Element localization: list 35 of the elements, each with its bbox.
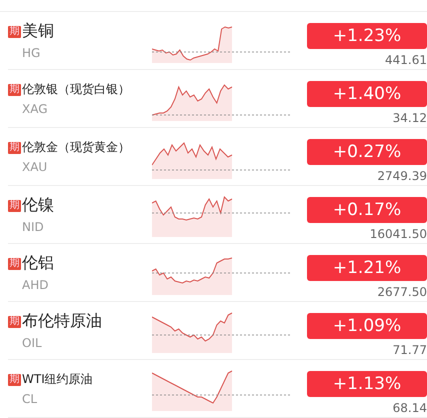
price-text: 2677.50	[377, 284, 427, 298]
futures-badge: 期	[8, 316, 21, 328]
price-text: 16041.50	[370, 226, 427, 240]
instrument-code: XAU	[21, 160, 48, 174]
futures-badge: 期	[8, 142, 21, 154]
change-percent-button[interactable]: +0.17%	[307, 196, 427, 222]
instrument-name[interactable]: 伦敦银（现货白银）	[22, 81, 130, 98]
futures-badge: 期	[8, 200, 21, 212]
instrument-name[interactable]: WTI纽约原油	[22, 371, 93, 388]
change-percent-button[interactable]: +0.27%	[307, 138, 427, 164]
futures-badge: 期	[8, 84, 21, 96]
price-text: 2749.39	[377, 168, 427, 182]
futures-badge: 期	[8, 26, 21, 38]
futures-badge: 期	[8, 374, 21, 386]
futures-badge: 期	[8, 258, 21, 270]
change-percent-button[interactable]: +1.13%	[307, 370, 427, 396]
price-text: 34.12	[392, 110, 427, 124]
instrument-code: AHD	[21, 278, 50, 292]
price-text: 441.61	[385, 52, 427, 66]
instrument-code: HG	[21, 46, 42, 60]
instrument-code: NID	[21, 220, 45, 234]
instrument-code: OIL	[21, 336, 43, 350]
change-percent-button[interactable]: +1.09%	[307, 312, 427, 338]
change-percent-button[interactable]: +1.21%	[307, 254, 427, 280]
instrument-name[interactable]: 伦铝	[22, 253, 54, 274]
instrument-name[interactable]: 布伦特原油	[22, 311, 102, 332]
price-text: 68.14	[392, 400, 427, 414]
instrument-name[interactable]: 伦镍	[22, 195, 54, 216]
instrument-code: XAG	[21, 102, 49, 116]
instrument-name[interactable]: 美铜	[22, 21, 54, 42]
instrument-code: CL	[21, 392, 38, 406]
change-percent-button[interactable]: +1.23%	[307, 22, 427, 48]
instrument-name[interactable]: 伦敦金（现货黄金）	[22, 139, 130, 156]
change-percent-button[interactable]: +1.40%	[307, 80, 427, 106]
price-text: 71.77	[392, 342, 427, 356]
